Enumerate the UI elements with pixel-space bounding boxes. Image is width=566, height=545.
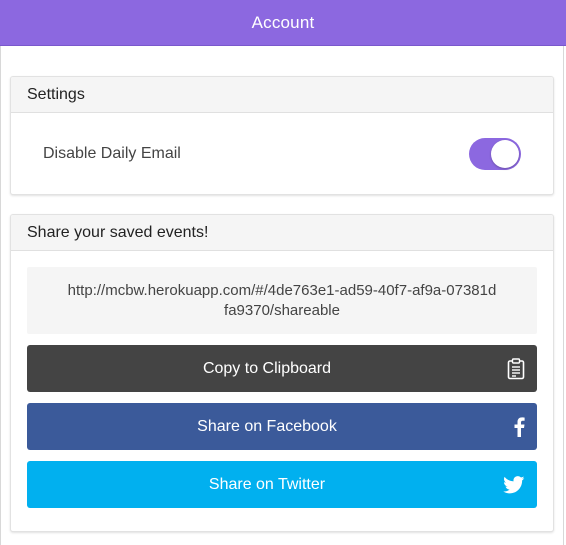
- daily-email-toggle[interactable]: [469, 138, 521, 170]
- clipboard-icon: [507, 357, 525, 380]
- facebook-icon: [513, 416, 525, 437]
- settings-card: Settings Disable Daily Email: [10, 76, 554, 195]
- left-divider: [0, 46, 1, 545]
- toggle-knob: [491, 140, 519, 168]
- copy-to-clipboard-button[interactable]: Copy to Clipboard: [27, 345, 537, 392]
- twitter-icon: [503, 475, 525, 494]
- twitter-button-label: Share on Twitter: [208, 475, 326, 493]
- app-header: Account: [0, 0, 566, 46]
- share-facebook-button[interactable]: Share on Facebook: [27, 403, 537, 450]
- copy-button-label: Copy to Clipboard: [202, 359, 332, 377]
- page-title: Account: [251, 12, 315, 32]
- share-body: http://mcbw.herokuapp.com/#/4de763e1-ad5…: [11, 251, 553, 508]
- daily-email-row: Disable Daily Email: [11, 113, 553, 194]
- daily-email-label: Disable Daily Email: [43, 145, 181, 162]
- settings-header: Settings: [11, 77, 553, 113]
- right-divider: [563, 46, 564, 545]
- share-card: Share your saved events! http://mcbw.her…: [10, 214, 554, 532]
- share-header: Share your saved events!: [11, 215, 553, 251]
- facebook-button-label: Share on Facebook: [197, 417, 337, 435]
- share-url[interactable]: http://mcbw.herokuapp.com/#/4de763e1-ad5…: [27, 267, 537, 334]
- share-twitter-button[interactable]: Share on Twitter: [27, 461, 537, 508]
